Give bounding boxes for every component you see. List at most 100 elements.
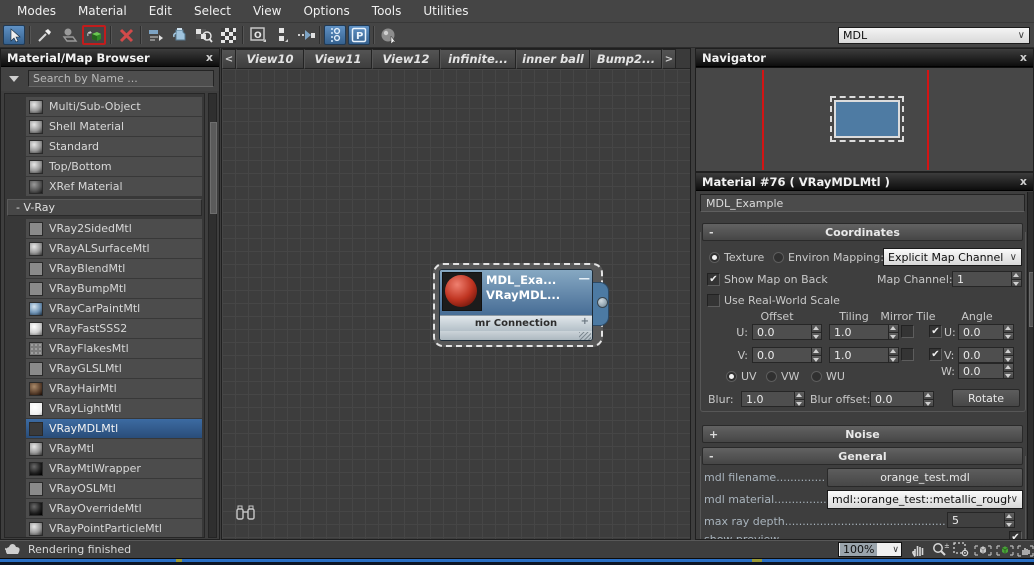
mdl-material-dropdown[interactable]: mdl::orange_test::metallic_roughne ∨ bbox=[827, 490, 1023, 509]
v-angle-spinner[interactable]: 0.0 bbox=[958, 347, 1014, 363]
use-real-world-scale-checkbox[interactable] bbox=[707, 294, 720, 307]
wu-radio[interactable] bbox=[811, 371, 822, 382]
find-icon[interactable] bbox=[236, 505, 256, 524]
list-item[interactable]: XRef Material bbox=[26, 177, 202, 196]
browser-titlebar[interactable]: Material/Map Browser x bbox=[1, 49, 219, 67]
node-connection-row[interactable]: mr Connection + bbox=[440, 315, 592, 331]
uv-radio[interactable] bbox=[726, 371, 737, 382]
node-collapse-icon[interactable]: — bbox=[579, 271, 591, 286]
node-header[interactable]: MDL_Exa... VRayMDL... — bbox=[440, 270, 592, 315]
v-tile-checkbox[interactable]: ✔ bbox=[929, 348, 942, 361]
list-item[interactable]: VRayPointParticleMtl bbox=[26, 519, 202, 538]
list-item[interactable]: VRayHairMtl bbox=[26, 379, 202, 398]
browser-close-icon[interactable]: x bbox=[206, 53, 213, 63]
node-expand-icon[interactable]: + bbox=[581, 316, 589, 327]
mapping-dropdown[interactable]: Explicit Map Channel ∨ bbox=[883, 248, 1022, 266]
tab-view10[interactable]: View10 bbox=[236, 49, 304, 69]
list-item[interactable]: VRay2SidedMtl bbox=[26, 219, 202, 238]
list-item[interactable]: VRayALSurfaceMtl bbox=[26, 239, 202, 258]
list-item[interactable]: VRayFastSSS2 bbox=[26, 319, 202, 338]
list-item[interactable]: Top/Bottom bbox=[26, 157, 202, 176]
zoom-level-combo[interactable]: 100% ∨ bbox=[838, 542, 902, 557]
pan-tool-button[interactable] bbox=[908, 541, 928, 558]
tab-view11[interactable]: View11 bbox=[304, 49, 372, 69]
menu-modes[interactable]: Modes bbox=[6, 2, 67, 20]
material-panel-scrollbar[interactable] bbox=[1027, 192, 1034, 540]
spin-down-icon[interactable] bbox=[1012, 279, 1021, 287]
material-panel-scrollbar-thumb[interactable] bbox=[1029, 272, 1034, 327]
list-item[interactable]: VRayCarPaintMtl bbox=[26, 299, 202, 318]
resize-grip-icon[interactable] bbox=[579, 332, 591, 340]
list-item[interactable]: VRayOSLMtl bbox=[26, 479, 202, 498]
list-item-selected[interactable]: VRayMDLMtl bbox=[26, 419, 202, 438]
tab-view12[interactable]: View12 bbox=[372, 49, 440, 69]
layout-all-button[interactable] bbox=[295, 25, 317, 45]
material-panel-titlebar[interactable]: Material #76 ( VRayMDLMtl ) x bbox=[696, 173, 1033, 191]
material-node[interactable]: MDL_Exa... VRayMDL... — mr Connection + bbox=[439, 269, 593, 341]
browser-scrollbar-thumb[interactable] bbox=[210, 122, 217, 214]
search-mode-dropdown[interactable]: MDL ∨ bbox=[838, 27, 1030, 44]
menu-view[interactable]: View bbox=[242, 2, 292, 20]
tab-inner-ball[interactable]: inner ball bbox=[516, 49, 590, 69]
search-input[interactable] bbox=[28, 70, 214, 87]
mdl-filename-button[interactable]: orange_test.mdl bbox=[827, 468, 1023, 487]
u-tile-checkbox[interactable]: ✔ bbox=[929, 325, 942, 338]
v-tiling-spinner[interactable]: 1.0 bbox=[829, 347, 899, 363]
browser-scrollbar[interactable] bbox=[208, 93, 217, 538]
menu-edit[interactable]: Edit bbox=[138, 2, 183, 20]
navigator-titlebar[interactable]: Navigator x bbox=[696, 49, 1033, 67]
expand-icon[interactable]: + bbox=[709, 428, 718, 441]
u-angle-spinner[interactable]: 0.0 bbox=[958, 324, 1014, 340]
select-tool-button[interactable] bbox=[3, 25, 25, 45]
w-angle-spinner[interactable]: 0.0 bbox=[958, 363, 1014, 379]
list-item[interactable]: VRayMtl bbox=[26, 439, 202, 458]
list-item[interactable]: VRayOverrideMtl bbox=[26, 499, 202, 518]
navigator-close-icon[interactable]: x bbox=[1020, 53, 1027, 63]
zoom-extents-button[interactable] bbox=[973, 541, 993, 558]
u-offset-spinner[interactable]: 0.0 bbox=[752, 324, 822, 340]
tabs-scroll-left-button[interactable]: < bbox=[222, 49, 236, 69]
menu-tools[interactable]: Tools bbox=[361, 2, 413, 20]
list-item[interactable]: Shell Material bbox=[26, 117, 202, 136]
show-map-on-back-checkbox[interactable]: ✔ bbox=[707, 273, 720, 286]
tab-bump2[interactable]: Bump2... bbox=[590, 49, 662, 69]
material-id-channel-button[interactable]: O bbox=[247, 25, 269, 45]
navigator-view[interactable] bbox=[696, 67, 1034, 172]
environ-radio[interactable] bbox=[773, 252, 784, 263]
layout-children-button[interactable] bbox=[271, 25, 293, 45]
vw-radio[interactable] bbox=[766, 371, 777, 382]
put-material-to-scene-button[interactable] bbox=[58, 25, 80, 45]
tab-infinite[interactable]: infinite... bbox=[440, 49, 516, 69]
background-toggle-button[interactable] bbox=[217, 25, 239, 45]
list-item[interactable]: Multi/Sub-Object bbox=[26, 97, 202, 116]
zoom-extents-selected-button[interactable] bbox=[995, 541, 1015, 558]
list-item[interactable]: VRayGLSLMtl bbox=[26, 359, 202, 378]
v-offset-spinner[interactable]: 0.0 bbox=[752, 347, 822, 363]
menu-material[interactable]: Material bbox=[67, 2, 138, 20]
group-header-vray[interactable]: - V-Ray bbox=[7, 199, 202, 216]
v-mirror-checkbox[interactable] bbox=[901, 348, 914, 361]
blur-offset-spinner[interactable]: 0.0 bbox=[870, 391, 934, 407]
show-preview-checkbox[interactable]: ✔ bbox=[1009, 531, 1022, 540]
texture-radio[interactable] bbox=[709, 252, 720, 263]
move-children-button[interactable] bbox=[145, 25, 167, 45]
assign-material-to-selection-button[interactable] bbox=[82, 25, 106, 45]
map-channel-spinner[interactable]: 1 bbox=[952, 271, 1022, 287]
max-ray-depth-spinner[interactable]: 5 bbox=[947, 512, 1015, 528]
tabs-scroll-right-button[interactable]: > bbox=[662, 49, 676, 69]
list-item[interactable]: VRayBumpMtl bbox=[26, 279, 202, 298]
hide-unused-slots-toggle-button[interactable] bbox=[324, 25, 346, 45]
node-canvas[interactable]: MDL_Exa... VRayMDL... — mr Connection + bbox=[222, 69, 690, 539]
zoom-region-button[interactable] bbox=[951, 541, 971, 558]
u-tiling-spinner[interactable]: 1.0 bbox=[829, 324, 899, 340]
browser-filter-button[interactable] bbox=[4, 71, 24, 87]
list-item[interactable]: Standard bbox=[26, 137, 202, 156]
menu-utilities[interactable]: Utilities bbox=[412, 2, 479, 20]
render-map-button[interactable] bbox=[378, 25, 400, 45]
pan-to-selection-button[interactable] bbox=[1015, 541, 1034, 558]
hide-unused-nodeslots-button[interactable] bbox=[169, 25, 191, 45]
delete-selected-button[interactable] bbox=[115, 25, 137, 45]
blur-spinner[interactable]: 1.0 bbox=[741, 391, 805, 407]
list-item[interactable]: VRayLightMtl bbox=[26, 399, 202, 418]
material-panel-close-icon[interactable]: x bbox=[1020, 177, 1027, 187]
